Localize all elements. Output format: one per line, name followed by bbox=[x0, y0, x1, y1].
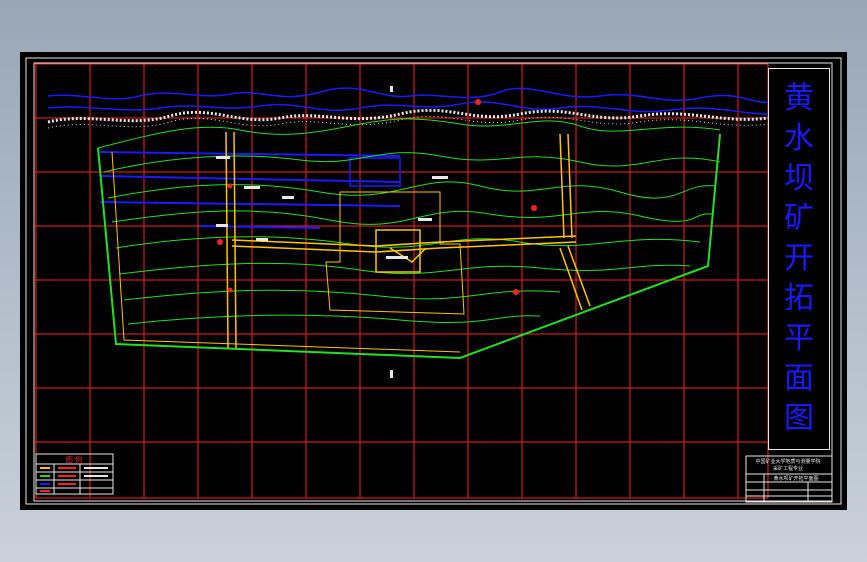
contour-lines bbox=[97, 118, 721, 325]
title-block-major: 采矿工程专业 bbox=[773, 465, 803, 472]
coordinate-grid bbox=[34, 63, 769, 499]
title-block: 中国矿业大学地质与测量学院 采矿工程专业 黄水坝矿开拓平面图 bbox=[745, 455, 833, 503]
industrial-square-outline bbox=[325, 191, 465, 315]
title-char: 坝 bbox=[784, 161, 814, 196]
mine-boundary bbox=[97, 133, 721, 360]
legend-title: 图 例 bbox=[66, 455, 82, 464]
river-bank bbox=[47, 108, 769, 124]
cad-drawing-sheet: 图 例 中国矿业大学地质与测量学院 采矿工程专业 黄水坝矿开拓平面图 黄 水 坝… bbox=[20, 52, 847, 510]
title-char: 矿 bbox=[784, 201, 814, 236]
mine-plan-drawing: 图 例 中国矿业大学地质与测量学院 采矿工程专业 黄水坝矿开拓平面图 bbox=[25, 57, 842, 505]
title-char: 水 bbox=[784, 121, 814, 156]
red-points bbox=[217, 99, 537, 295]
title-block-drawing-name: 黄水坝矿开拓平面图 bbox=[773, 475, 818, 482]
title-char: 面 bbox=[784, 361, 814, 396]
title-char: 黄 bbox=[784, 81, 814, 116]
title-block-school: 中国矿业大学地质与测量学院 bbox=[755, 458, 820, 465]
legend-table: 图 例 bbox=[35, 453, 114, 495]
title-char: 开 bbox=[784, 241, 814, 276]
title-char: 平 bbox=[784, 321, 814, 356]
title-char: 拓 bbox=[784, 281, 814, 316]
river-boundary bbox=[47, 87, 769, 229]
outer-frame bbox=[25, 57, 842, 505]
title-char: 图 bbox=[784, 401, 814, 436]
drawing-title-column: 黄 水 坝 矿 开 拓 平 面 图 bbox=[768, 68, 830, 450]
mine-boundary-inner bbox=[111, 151, 461, 353]
